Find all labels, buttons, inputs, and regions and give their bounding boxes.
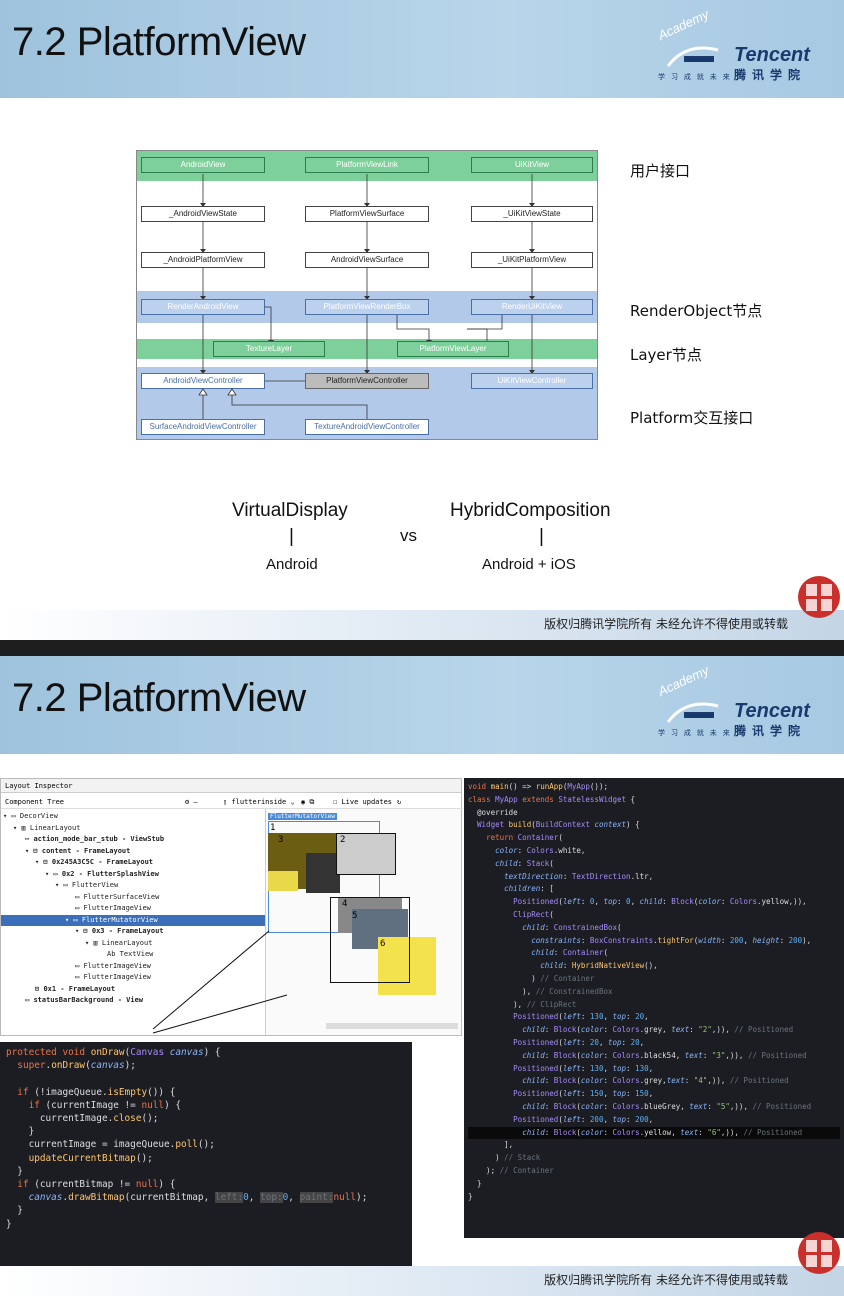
logo-academy-text: Academy [656,662,711,699]
label-user-api: 用户接口 [630,160,690,181]
slide-2: 7.2 PlatformView Academy Tencent 腾讯学院 学 … [0,656,844,1296]
dart-code-block: void main() => runApp(MyApp()); class My… [464,778,844,1238]
red-seal-icon [796,1228,842,1278]
virtual-display-bar: | [289,526,294,548]
live-updates-label: Live updates [341,798,392,806]
tree-node[interactable]: ⋯ action_mode_bar_stub - ViewStub [1,834,265,846]
tree-node[interactable]: ▾ ▭ FlutterView [1,880,265,892]
layout-preview: FlutterMutatorView 1 2 3 4 5 6 [265,809,461,1035]
slide-title: 7.2 PlatformView [12,20,306,65]
box-number: 3 [278,835,283,845]
red-seal-icon [796,572,842,622]
vs-text: vs [400,526,417,546]
outline-box [330,897,410,983]
tree-node[interactable]: ▾ ⊟ content - FrameLayout [1,846,265,858]
node-texture-layer: TextureLayer [213,341,325,357]
node-android-view-controller: AndroidViewController [141,373,265,389]
logo-cn: 腾讯学院 [734,66,806,83]
tree-node[interactable]: ▾ ▭ DecorView [1,811,265,823]
logo-slogan: 学 习 成 就 未 来 [658,728,732,738]
inspector-toolbar: Component Tree ⚙ — ▯ flutterinside ⌄ ◉ ⧉… [1,795,463,809]
label-render-object: RenderObject节点 [630,300,762,321]
logo-academy-text: Academy [656,6,711,43]
slide-footer: 版权归腾讯学院所有 未经允许不得使用或转载 [0,1266,844,1296]
node-android-view: AndroidView [141,157,265,173]
refresh-icon[interactable]: ↻ [397,795,401,809]
copyright-notice: 版权归腾讯学院所有 未经允许不得使用或转载 [544,615,788,632]
component-tree-label: Component Tree [5,798,64,806]
academy-swoosh-icon [666,702,720,724]
node-texture-android-view-controller: TextureAndroidViewController [305,419,429,435]
tree-node[interactable]: ▾ ▥ LinearLayout [1,823,265,835]
ondraw-code-block: protected void onDraw(Canvas canvas) { s… [0,1042,412,1274]
slide-header: 7.2 PlatformView Academy Tencent 腾讯学院 学 … [0,0,844,98]
architecture-diagram: AndroidView PlatformViewLink UiKitView _… [136,150,598,440]
gear-icon[interactable]: ⚙ — [185,795,198,809]
node-platform-view-surface: PlatformViewSurface [305,206,429,222]
node-platform-view-link: PlatformViewLink [305,157,429,173]
tree-node[interactable]: ▾ ⊟ 0x245A3C5C - FrameLayout [1,857,265,869]
layout-inspector-panel: Layout Inspector Component Tree ⚙ — ▯ fl… [0,778,462,1036]
box-number: 4 [342,899,347,909]
academy-swoosh-icon [666,46,720,68]
node-uikit-view: UiKitView [471,157,593,173]
logo-brand: Tencent [734,44,810,67]
box-number: 2 [340,835,345,845]
logo-slogan: 学 习 成 就 未 来 [658,72,732,82]
tree-node[interactable]: ▭ FlutterImageView [1,903,265,915]
block-yellow [268,871,298,891]
hybrid-composition-title: HybridComposition [450,500,611,522]
node-platform-view-layer: PlatformViewLayer [397,341,509,357]
pointer-arrows [151,929,291,1039]
box-number: 1 [270,823,275,833]
node-android-view-state: _AndroidViewState [141,206,265,222]
node-platform-view-render-box: PlatformViewRenderBox [305,299,429,315]
node-render-android-view: RenderAndroidView [141,299,265,315]
label-layer: Layer节点 [630,344,702,365]
slide-separator [0,640,844,656]
logo-brand: Tencent [734,700,810,723]
virtual-display-title: VirtualDisplay [232,500,348,522]
tree-node[interactable]: ▾ ▭ 0x2 - FlutterSplashView [1,869,265,881]
node-surface-android-view-controller: SurfaceAndroidViewController [141,419,265,435]
block-black [306,853,340,893]
node-render-uikit-view: RenderUiKitView [471,299,593,315]
logo-cn: 腾讯学院 [734,722,806,739]
view-options-icon[interactable]: ◉ ⧉ [301,795,314,809]
mutator-label: FlutterMutatorView [268,813,337,820]
node-uikit-platform-view: _UiKitPlatformView [471,252,593,268]
node-uikit-view-state: _UiKitViewState [471,206,593,222]
inspector-title: Layout Inspector [1,779,461,793]
tencent-academy-logo: Academy Tencent 腾讯学院 学 习 成 就 未 来 [652,28,822,88]
box-number: 6 [380,939,385,949]
slide-title: 7.2 PlatformView [12,676,306,721]
copyright-notice: 版权归腾讯学院所有 未经允许不得使用或转载 [544,1271,788,1288]
node-uikit-view-controller: UiKitViewController [471,373,593,389]
diagram-connectors [137,151,597,441]
node-android-platform-view: _AndroidPlatformView [141,252,265,268]
box-number: 5 [352,911,357,921]
label-platform-api: Platform交互接口 [630,407,753,428]
live-updates-checkbox[interactable]: ☐ Live updates [333,795,392,809]
device-name: flutterinside [231,798,286,806]
slide-footer: 版权归腾讯学院所有 未经允许不得使用或转载 [0,610,844,640]
hybrid-composition-platform: Android + iOS [482,556,576,573]
device-selector[interactable]: ▯ flutterinside ⌄ [223,795,295,809]
slide-header: 7.2 PlatformView Academy Tencent 腾讯学院 学 … [0,656,844,754]
tencent-academy-logo: Academy Tencent 腾讯学院 学 习 成 就 未 来 [652,684,822,744]
tree-node-selected[interactable]: ▾ ▭ FlutterMutatorView [1,915,265,927]
virtual-display-platform: Android [266,556,318,573]
node-platform-view-controller: PlatformViewController [305,373,429,389]
hybrid-composition-bar: | [539,526,544,548]
slide-1: 7.2 PlatformView Academy Tencent 腾讯学院 学 … [0,0,844,640]
preview-scrollbar[interactable] [326,1023,458,1029]
node-android-view-surface: AndroidViewSurface [305,252,429,268]
tree-node[interactable]: ▭ FlutterSurfaceView [1,892,265,904]
